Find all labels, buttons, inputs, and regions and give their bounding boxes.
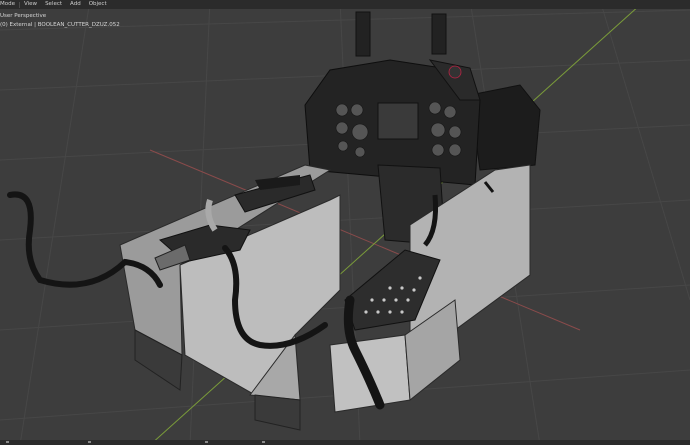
cockpit-model[interactable] <box>7 11 541 431</box>
timeline-marker <box>88 441 91 443</box>
menu-select[interactable]: Select <box>41 0 66 9</box>
3d-viewport[interactable] <box>0 0 690 445</box>
lower-panel-mid <box>254 394 301 431</box>
menu-object[interactable]: Object <box>85 0 111 9</box>
active-object-label: (0) External | BOOLEAN_CUTTER_DZUZ.052 <box>0 22 120 28</box>
viewport-header: Mode View Select Add Object <box>0 0 690 9</box>
timeline-marker <box>262 441 265 443</box>
hud-frame-left <box>355 11 371 57</box>
seat-fairing <box>469 84 541 171</box>
warning-gauge <box>448 65 462 79</box>
mfd-screen <box>377 102 419 140</box>
bottom-status-strip <box>0 440 690 445</box>
menu-add[interactable]: Add <box>66 0 85 9</box>
timeline-marker <box>205 441 208 443</box>
hud-frame-right <box>431 13 447 55</box>
menu-mode[interactable]: Mode <box>0 0 19 9</box>
blender-window: Mode View Select Add Object User Perspec… <box>0 0 690 445</box>
viewport-info-overlay: User Perspective (0) External | BOOLEAN_… <box>0 12 120 30</box>
view-perspective-label: User Perspective <box>0 13 47 19</box>
menu-view[interactable]: View <box>20 0 41 9</box>
timeline-marker <box>6 441 9 443</box>
